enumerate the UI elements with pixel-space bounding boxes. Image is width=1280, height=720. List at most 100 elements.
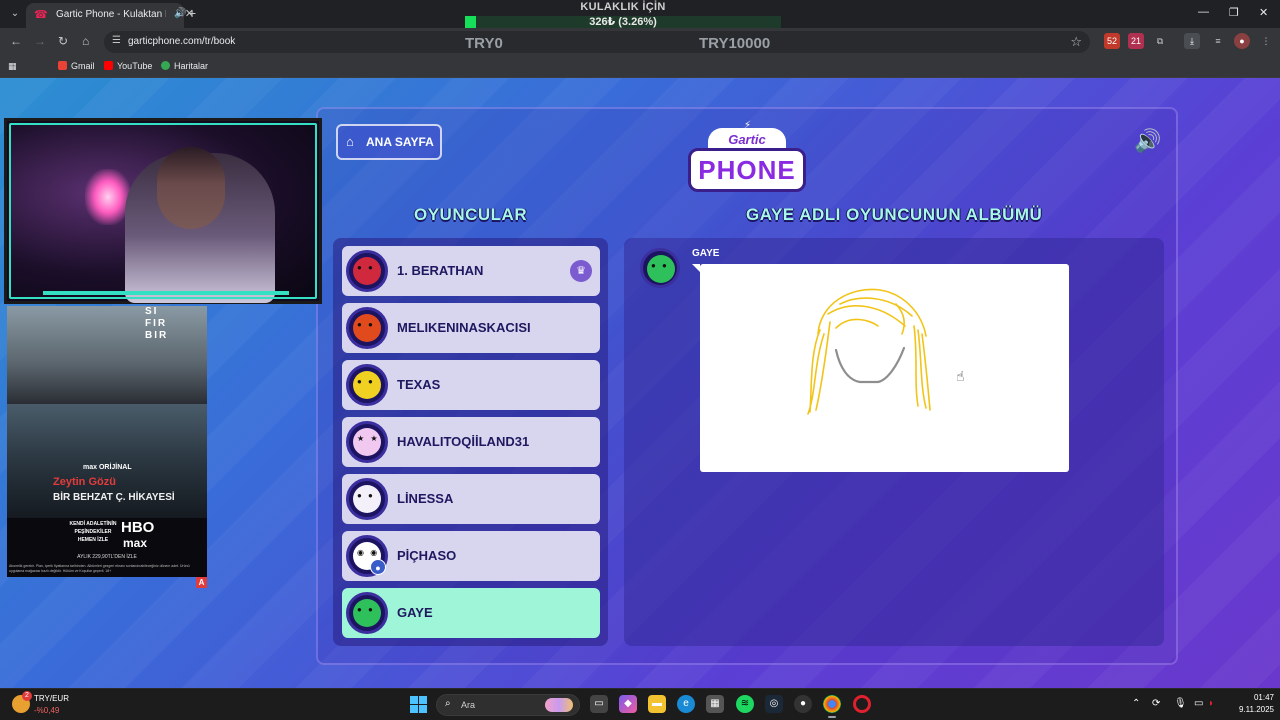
ad-disclaimer: Abonelik gerekir. Plan, içerik fiyatları…	[9, 564, 190, 573]
player-avatar: ● ●	[346, 250, 388, 292]
player-row[interactable]: ◉ ◉ ● PİÇHASO	[342, 531, 600, 581]
minimize-icon[interactable]: —	[1198, 6, 1209, 18]
bookmark-gmail[interactable]: Gmail	[58, 61, 95, 71]
avatar-eyes: ● ●	[651, 261, 669, 270]
ad-subtitle: BİR BEHZAT Ç. HİKAYESİ	[53, 492, 175, 503]
omnibox[interactable]: ☰ garticphone.com/tr/book TRY0 TRY10000 …	[104, 31, 1090, 53]
site-info-icon[interactable]: ☰	[112, 35, 121, 46]
player-avatar: ● ●	[346, 307, 388, 349]
widget-title: TRY/EUR	[34, 694, 69, 703]
extension-icon-2[interactable]: 21	[1128, 33, 1144, 49]
extension-icon-1[interactable]: 52	[1104, 33, 1120, 49]
bookmark-youtube[interactable]: YouTube	[104, 61, 152, 71]
tab-search-icon[interactable]: ⌄	[6, 5, 24, 23]
ad-brand: max ORİJİNAL	[83, 464, 132, 471]
player-avatar: ★ ★	[346, 421, 388, 463]
player-row[interactable]: ★ ★ HAVALITOQİİLAND31	[342, 417, 600, 467]
home-button[interactable]: ⌂ ANA SAYFA	[336, 124, 442, 160]
bookmark-maps-label: Haritalar	[174, 61, 209, 71]
opera-icon[interactable]	[853, 695, 871, 713]
chrome-menu-icon[interactable]: ⋮	[1258, 33, 1274, 49]
player-row[interactable]: ● ● TEXAS	[342, 360, 600, 410]
taskbar-clock[interactable]: 01:47 9.11.2025	[1222, 692, 1274, 716]
spotify-icon[interactable]: ≋	[736, 695, 754, 713]
ad-red-title: Zeytin Gözü	[53, 476, 116, 488]
home-icon[interactable]: ⌂	[82, 34, 89, 48]
steam-icon[interactable]: ◎	[765, 695, 783, 713]
edge-icon[interactable]: e	[677, 695, 695, 713]
player-row[interactable]: ● ● LİNESSA	[342, 474, 600, 524]
house-icon: ⌂	[346, 134, 354, 149]
windows-taskbar: 2 TRY/EUR -%0,49 ⌕ Ara ▭ ◆ ▬ e ▦ ≋ ◎ ● ⌃…	[0, 688, 1280, 720]
gartic-phone-logo: Gartic PHONE ⚡	[688, 120, 806, 198]
player-name: PİÇHASO	[397, 548, 457, 563]
windows-start-icon[interactable]	[410, 696, 427, 713]
avatar-eyes: ● ●	[357, 263, 375, 272]
file-explorer-icon[interactable]: ▬	[648, 695, 666, 713]
player-avatar: ● ●	[346, 364, 388, 406]
window-close-icon[interactable]: ✕	[1259, 6, 1268, 19]
url-text[interactable]: garticphone.com/tr/book	[128, 36, 235, 47]
reading-list-icon[interactable]: ≡	[1210, 33, 1226, 49]
sound-toggle-icon[interactable]: 🔊	[1134, 128, 1161, 154]
youtube-icon	[104, 61, 113, 70]
drawing-canvas[interactable]: ☝	[692, 264, 1069, 472]
task-view-icon[interactable]: ▭	[590, 695, 608, 713]
album-panel: ● ● GAYE ☝	[624, 238, 1164, 646]
album-heading: GAYE ADLI OYUNCUNUN ALBÜMÜ	[746, 205, 1043, 224]
apps-grid-icon[interactable]: ▦	[8, 61, 17, 72]
chrome-icon[interactable]	[823, 695, 841, 718]
tray-sync-icon[interactable]: ⟳	[1152, 698, 1160, 709]
github-icon[interactable]: ●	[794, 695, 812, 713]
avatar-eyes: ◉ ◉	[357, 548, 380, 557]
bookmarks-bar: ▦ Gmail YouTube Haritalar	[0, 56, 1280, 78]
downloads-icon[interactable]: ⤓	[1184, 33, 1200, 49]
extension-badge-1: 52	[1106, 36, 1117, 46]
hbo-logo: HBO	[121, 519, 155, 536]
player-name: LİNESSA	[397, 491, 454, 506]
extensions-puzzle-icon[interactable]: ⧉	[1152, 33, 1168, 49]
restore-icon[interactable]: ❐	[1229, 6, 1239, 19]
players-heading: OYUNCULAR	[414, 205, 528, 224]
active-tab[interactable]: ☎ Gartic Phone - Kulaktan Ku 🔊 ✕	[26, 3, 194, 28]
player-avatar: ● ●	[346, 478, 388, 520]
ad-image-2: max ORİJİNAL Zeytin Gözü BİR BEHZAT Ç. H…	[7, 404, 207, 518]
donation-goal-title: KULAKLIK İÇİN	[580, 1, 666, 13]
crown-icon: ♛	[570, 260, 592, 282]
ad-tagline: KENDİ ADALETİNİN PEŞİNDEKİLER HEMEN İZLE	[63, 520, 123, 544]
avatar-eyes: ● ●	[357, 377, 375, 386]
logo-bolt-icon: ⚡	[744, 120, 752, 131]
ad-cta[interactable]: HEMEN İZLE	[78, 537, 108, 543]
taskbar-search[interactable]: ⌕ Ara	[436, 694, 580, 716]
album-author-avatar: ● ●	[640, 248, 680, 288]
advertisement[interactable]: SI FIR BIR max ORİJİNAL Zeytin Gözü BİR …	[7, 306, 207, 577]
player-row-selected[interactable]: ● ● GAYE	[342, 588, 600, 638]
tab-strip: ⌄ ☎ Gartic Phone - Kulaktan Ku 🔊 ✕ + KUL…	[0, 0, 1280, 29]
tray-chevron-icon[interactable]: ⌃	[1132, 698, 1140, 709]
player-row[interactable]: ● ● 1. BERATHAN ♛	[342, 246, 600, 296]
hair-drawing	[807, 288, 931, 415]
copilot-icon[interactable]: ◆	[619, 695, 637, 713]
tray-opera-icon[interactable]: ◗	[1208, 698, 1214, 709]
address-bar-row: ← → ↻ ⌂ ☰ garticphone.com/tr/book TRY0 T…	[0, 28, 1280, 56]
tray-mic-icon[interactable]: 🎙	[1174, 698, 1187, 709]
store-icon[interactable]: ▦	[706, 695, 724, 713]
gmail-icon	[58, 61, 67, 70]
forward-icon[interactable]: →	[34, 34, 46, 48]
profile-avatar[interactable]: ●	[1234, 33, 1250, 49]
bookmark-star-icon[interactable]: ☆	[1070, 34, 1082, 50]
bookmark-maps[interactable]: Haritalar	[161, 61, 208, 71]
user-badge-icon: ●	[370, 559, 386, 575]
reload-icon[interactable]: ↻	[58, 34, 68, 48]
new-tab-icon[interactable]: +	[188, 5, 196, 21]
max-logo: max	[123, 536, 148, 550]
webcam-accent-bar	[43, 291, 289, 295]
back-icon[interactable]: ←	[10, 34, 22, 48]
goal-max-label: TRY10000	[699, 35, 771, 52]
album-author-name: GAYE	[692, 248, 720, 259]
player-name: GAYE	[397, 605, 433, 620]
clock-date: 9.11.2025	[1239, 705, 1274, 714]
player-row[interactable]: ● ● MELIKENINASKACISI	[342, 303, 600, 353]
tray-display-icon[interactable]: ▭	[1194, 698, 1203, 709]
player-avatar: ● ●	[346, 592, 388, 634]
